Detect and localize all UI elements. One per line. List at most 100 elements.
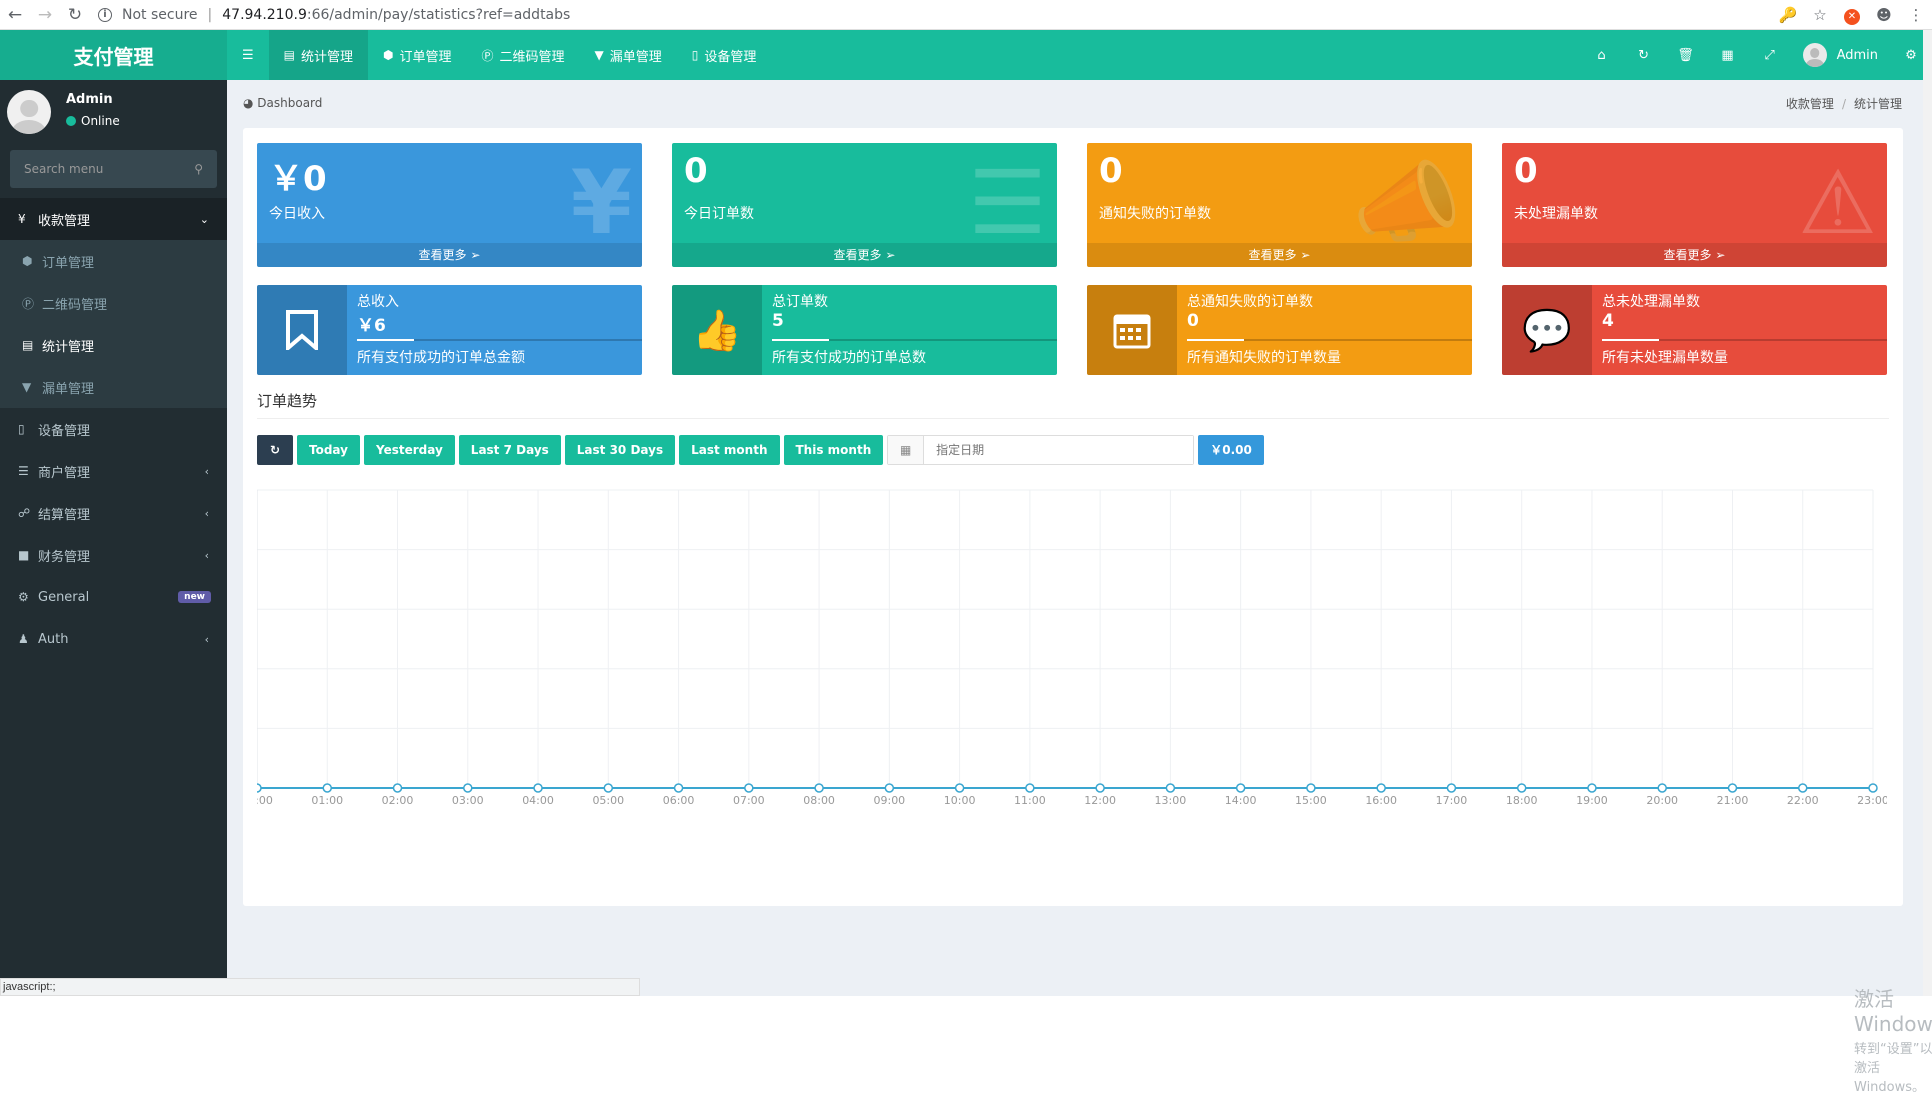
user-name: Admin <box>1836 47 1878 63</box>
header-actions: ⌂ ↻ 🗑 ▦ ⤢ Admin ⚙ <box>1581 30 1932 80</box>
trash-icon[interactable]: 🗑 <box>1665 48 1707 63</box>
fullscreen-icon[interactable]: ⤢ <box>1749 48 1791 63</box>
star-icon[interactable]: ☆ <box>1804 6 1836 24</box>
data-point <box>1587 783 1597 793</box>
main-content: ◕ Dashboard 收款管理 / 统计管理 ￥0 今日收入 ¥ 查看更多 ➢ 0… <box>227 80 1932 1095</box>
sidebar-item-label: General <box>38 589 90 605</box>
sidebar-item-qrcode[interactable]: Ⓟ 二维码管理 <box>0 282 227 324</box>
new-badge: new <box>178 591 211 603</box>
data-point <box>1516 783 1527 793</box>
yen-icon: ¥ <box>570 151 632 254</box>
bar-chart-icon: ▤ <box>283 48 295 62</box>
briefcase-icon: ■ <box>18 548 30 562</box>
data-point <box>1025 783 1035 793</box>
home-icon[interactable]: ⌂ <box>1581 48 1623 63</box>
this-month-button[interactable]: This month <box>783 435 884 465</box>
refresh-icon[interactable]: ↻ <box>1623 48 1665 63</box>
last-7-days-button[interactable]: Last 7 Days <box>458 435 561 465</box>
sidebar-item-missed-orders[interactable]: ▼ 漏单管理 <box>0 366 227 408</box>
language-icon[interactable]: ▦ <box>1707 48 1749 63</box>
more-info-link[interactable]: 查看更多 ➢ <box>1502 243 1887 267</box>
tab-devices[interactable]: ▯ 设备管理 <box>677 30 772 80</box>
info-title: 总收入 <box>357 294 399 310</box>
data-point <box>1376 783 1386 793</box>
x-tick-label: 15:00 <box>1295 794 1327 807</box>
more-info-link[interactable]: 查看更多 ➢ <box>257 243 642 267</box>
section-divider <box>257 418 1889 419</box>
date-picker[interactable]: ▦ <box>887 435 1195 465</box>
sidebar-item-auth[interactable]: ♟ Auth ‹ <box>0 618 227 660</box>
last-month-button[interactable]: Last month <box>679 435 780 465</box>
sidebar-item-payments[interactable]: ¥ 收款管理 ⌄ <box>0 198 227 240</box>
bullhorn-icon: 📣 <box>1352 151 1462 254</box>
calendar-icon <box>1087 285 1177 375</box>
app-logo[interactable]: 支付管理 <box>0 30 227 80</box>
info-icon[interactable]: i <box>98 7 112 22</box>
stat-box-today-income: ￥0 今日收入 ¥ 查看更多 ➢ <box>257 143 642 267</box>
search-placeholder: Search menu <box>24 162 104 176</box>
yen-icon: ¥ <box>18 212 26 226</box>
info-description: 所有支付成功的订单总金额 <box>357 350 525 366</box>
stat-value: 0 <box>684 151 708 191</box>
breadcrumb-current: 统计管理 <box>1853 97 1902 111</box>
sidebar-item-merchants[interactable]: ☰ 商户管理 ‹ <box>0 450 227 492</box>
user-menu[interactable]: Admin <box>1791 43 1890 67</box>
stat-box-notify-failed: 0 通知失败的订单数 📣 查看更多 ➢ <box>1087 143 1472 267</box>
sidebar-item-statistics[interactable]: ▤ 统计管理 <box>0 324 227 366</box>
x-tick-label: 05:00 <box>592 794 624 807</box>
tab-orders[interactable]: ⬢ 订单管理 <box>368 30 467 80</box>
tab-label: 统计管理 <box>301 49 354 65</box>
mobile-icon: ▯ <box>691 48 699 62</box>
more-info-link[interactable]: 查看更多 ➢ <box>672 243 1057 267</box>
search-input[interactable]: Search menu ⚲ <box>10 150 217 188</box>
sidebar-item-general[interactable]: ⚙ General new <box>0 576 227 618</box>
info-box-total-notify-failed: 总通知失败的订单数 0 所有通知失败的订单数量 <box>1087 285 1472 375</box>
data-point <box>884 783 895 793</box>
account-icon[interactable]: ☻ <box>1868 6 1900 24</box>
tab-statistics[interactable]: ▤ 统计管理 <box>268 30 369 80</box>
forward-icon[interactable]: → <box>30 0 60 30</box>
group-icon: ♟ <box>18 632 29 646</box>
more-info-link[interactable]: 查看更多 ➢ <box>1087 243 1472 267</box>
extension-icon[interactable]: ✕ <box>1836 5 1868 25</box>
sidebar-item-settlement[interactable]: ☍ 结算管理 ‹ <box>0 492 227 534</box>
address-bar[interactable]: i Not secure | 47.94.210.9 :66/admin/pay… <box>98 2 570 28</box>
chevron-left-icon: ‹ <box>204 464 209 478</box>
reload-icon[interactable]: ↻ <box>60 0 90 30</box>
yesterday-button[interactable]: Yesterday <box>363 435 455 465</box>
data-point <box>954 783 965 793</box>
sidebar-item-finance[interactable]: ■ 财务管理 ‹ <box>0 534 227 576</box>
online-status: Online <box>66 114 120 128</box>
kebab-menu-icon[interactable]: ⋮ <box>1900 6 1932 24</box>
hamburger-icon: ☰ <box>242 47 254 63</box>
sidebar-item-orders[interactable]: ⬢ 订单管理 <box>0 240 227 282</box>
bar-chart-icon: ▤ <box>22 338 34 352</box>
last-30-days-button[interactable]: Last 30 Days <box>564 435 676 465</box>
date-input[interactable] <box>924 436 1194 464</box>
x-tick-label: 13:00 <box>1155 794 1187 807</box>
avatar <box>1802 43 1827 67</box>
browser-toolbar: ← → ↻ i Not secure | 47.94.210.9 :66/adm… <box>0 0 1932 30</box>
search-icon[interactable]: ⚲ <box>194 162 203 176</box>
key-icon[interactable]: 🔑 <box>1772 6 1804 24</box>
tab-label: 漏单管理 <box>609 49 662 65</box>
refresh-icon: ↻ <box>269 443 281 457</box>
today-button[interactable]: Today <box>297 435 360 465</box>
breadcrumb-trail: 收款管理 / 统计管理 <box>1786 95 1902 112</box>
refresh-button[interactable]: ↻ <box>257 435 293 465</box>
x-tick-label: 12:00 <box>1084 794 1116 807</box>
tab-missed-orders[interactable]: ▼ 漏单管理 <box>580 30 677 80</box>
calendar-icon[interactable]: ▦ <box>888 436 925 464</box>
sidebar-toggle-button[interactable]: ☰ <box>227 30 269 80</box>
data-point <box>463 783 473 793</box>
total-amount-button[interactable]: ￥0.00 <box>1198 435 1264 465</box>
bookmark-icon <box>257 285 347 375</box>
chevron-left-icon: ‹ <box>204 506 209 520</box>
stat-label: 今日收入 <box>269 206 325 222</box>
x-tick-label: 09:00 <box>873 794 905 807</box>
tab-qrcode[interactable]: Ⓟ 二维码管理 <box>467 30 580 80</box>
data-point <box>1727 783 1738 793</box>
back-icon[interactable]: ← <box>0 0 30 30</box>
sidebar-item-devices[interactable]: ▯ 设备管理 <box>0 408 227 450</box>
breadcrumb-link[interactable]: 收款管理 <box>1786 97 1834 111</box>
